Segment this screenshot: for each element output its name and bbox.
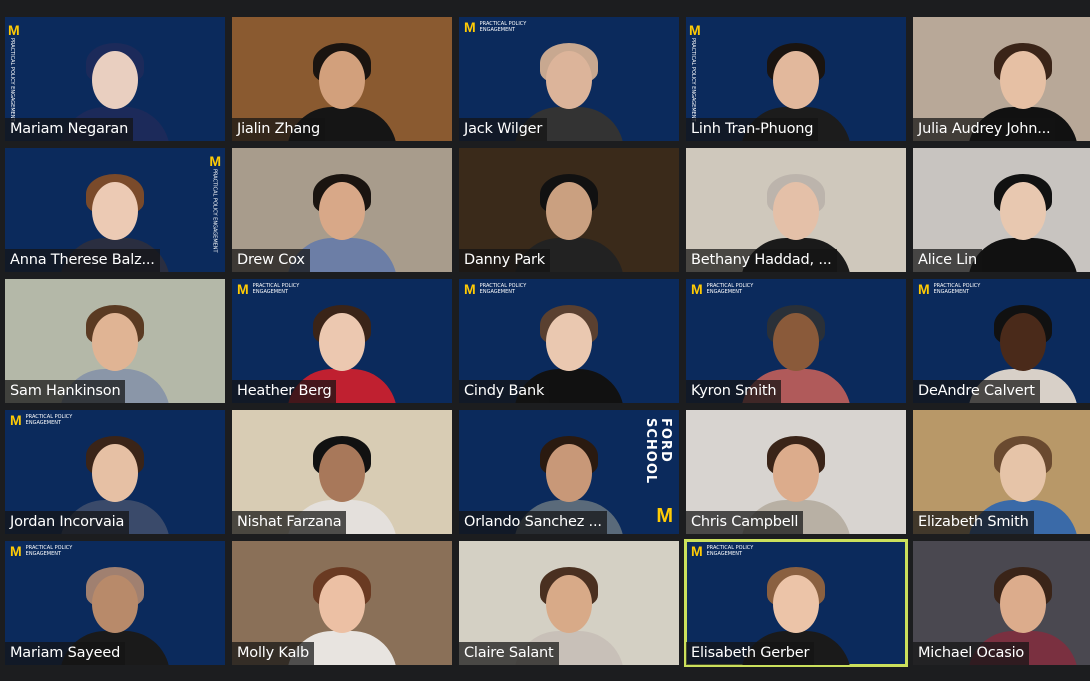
participant-name: Chris Campbell [686, 511, 804, 534]
participant-name: Danny Park [459, 249, 550, 272]
participant-name: Alice Lin [913, 249, 982, 272]
university-logo: M PRACTICAL POLICY ENGAGEMENT [237, 281, 300, 297]
participant-name: Mariam Sayeed [5, 642, 126, 665]
participant-tile[interactable]: Nishat Farzana [232, 410, 452, 534]
participant-name: Mariam Negaran [5, 118, 134, 141]
participant-tile[interactable]: Sam Hankinson [5, 279, 225, 403]
participant-name: Jialin Zhang [232, 118, 326, 141]
participant-tile[interactable]: M PRACTICAL POLICY ENGAGEMENT Mariam Nega… [5, 17, 225, 141]
university-logo: M PRACTICAL POLICY ENGAGEMENT [10, 543, 73, 559]
participant-name: Anna Therese Balz... [5, 249, 160, 272]
participant-name: Julia Audrey John... [913, 118, 1056, 141]
participant-name: Jordan Incorvaia [5, 511, 130, 534]
university-logo: M PRACTICAL POLICY ENGAGEMENT [8, 22, 20, 122]
participant-tile[interactable]: Claire Salant [459, 541, 679, 665]
participant-tile[interactable]: Chris Campbell [686, 410, 906, 534]
participant-tile[interactable]: M PRACTICAL POLICY ENGAGEMENT Mariam Saye… [5, 541, 225, 665]
university-logo: M PRACTICAL POLICY ENGAGEMENT [464, 281, 527, 297]
participant-name: Linh Tran-Phuong [686, 118, 819, 141]
participant-tile[interactable]: Danny Park [459, 148, 679, 272]
university-logo: M PRACTICAL POLICY ENGAGEMENT [209, 153, 221, 253]
participant-tile[interactable]: M PRACTICAL POLICY ENGAGEMENT Kyron Smith [686, 279, 906, 403]
participant-name: Drew Cox [232, 249, 310, 272]
participant-tile[interactable]: M PRACTICAL POLICY ENGAGEMENT Cindy Bank [459, 279, 679, 403]
participant-name: Nishat Farzana [232, 511, 347, 534]
university-logo: M PRACTICAL POLICY ENGAGEMENT [691, 281, 754, 297]
participant-tile[interactable]: Bethany Haddad, ... [686, 148, 906, 272]
participant-tile[interactable]: M PRACTICAL POLICY ENGAGEMENT Linh Tran-P… [686, 17, 906, 141]
participant-tile[interactable]: M PRACTICAL POLICY ENGAGEMENT DeAndre Cal… [913, 279, 1090, 403]
participant-name: Bethany Haddad, ... [686, 249, 837, 272]
gallery-grid: M PRACTICAL POLICY ENGAGEMENT Mariam Nega… [5, 17, 1090, 667]
participant-tile[interactable]: FORD SCHOOL M Orlando Sanchez ... [459, 410, 679, 534]
participant-tile[interactable]: Drew Cox [232, 148, 452, 272]
participant-tile[interactable]: M PRACTICAL POLICY ENGAGEMENT Jack Wilger [459, 17, 679, 141]
participant-tile[interactable]: M PRACTICAL POLICY ENGAGEMENT Anna Theres… [5, 148, 225, 272]
participant-tile[interactable]: M PRACTICAL POLICY ENGAGEMENT Jordan Inco… [5, 410, 225, 534]
participant-name: Elizabeth Smith [913, 511, 1034, 534]
university-logo: M PRACTICAL POLICY ENGAGEMENT [464, 19, 527, 35]
participant-name: Cindy Bank [459, 380, 550, 403]
participant-tile[interactable]: Alice Lin [913, 148, 1090, 272]
participant-name: Kyron Smith [686, 380, 782, 403]
participant-tile[interactable]: M PRACTICAL POLICY ENGAGEMENT Elisabeth G… [684, 539, 908, 667]
university-logo: M PRACTICAL POLICY ENGAGEMENT [689, 22, 701, 122]
participant-name: Heather Berg [232, 380, 337, 403]
participant-video [968, 172, 1078, 272]
participant-tile[interactable]: Jialin Zhang [232, 17, 452, 141]
participant-tile[interactable]: Molly Kalb [232, 541, 452, 665]
participant-tile[interactable]: M PRACTICAL POLICY ENGAGEMENT Heather Ber… [232, 279, 452, 403]
university-logo: M PRACTICAL POLICY ENGAGEMENT [10, 412, 73, 428]
participant-name: Orlando Sanchez ... [459, 511, 607, 534]
participant-tile[interactable]: Michael Ocasio [913, 541, 1090, 665]
university-logo: M [656, 505, 673, 527]
participant-tile[interactable]: Julia Audrey John... [913, 17, 1090, 141]
participant-tile[interactable]: Elizabeth Smith [913, 410, 1090, 534]
participant-name: DeAndre Calvert [913, 380, 1040, 403]
university-logo: M PRACTICAL POLICY ENGAGEMENT [691, 543, 754, 559]
university-logo: M PRACTICAL POLICY ENGAGEMENT [918, 281, 981, 297]
participant-name: Sam Hankinson [5, 380, 126, 403]
participant-name: Michael Ocasio [913, 642, 1030, 665]
participant-name: Elisabeth Gerber [686, 642, 815, 665]
participant-name: Claire Salant [459, 642, 559, 665]
participant-name: Molly Kalb [232, 642, 315, 665]
participant-name: Jack Wilger [459, 118, 548, 141]
